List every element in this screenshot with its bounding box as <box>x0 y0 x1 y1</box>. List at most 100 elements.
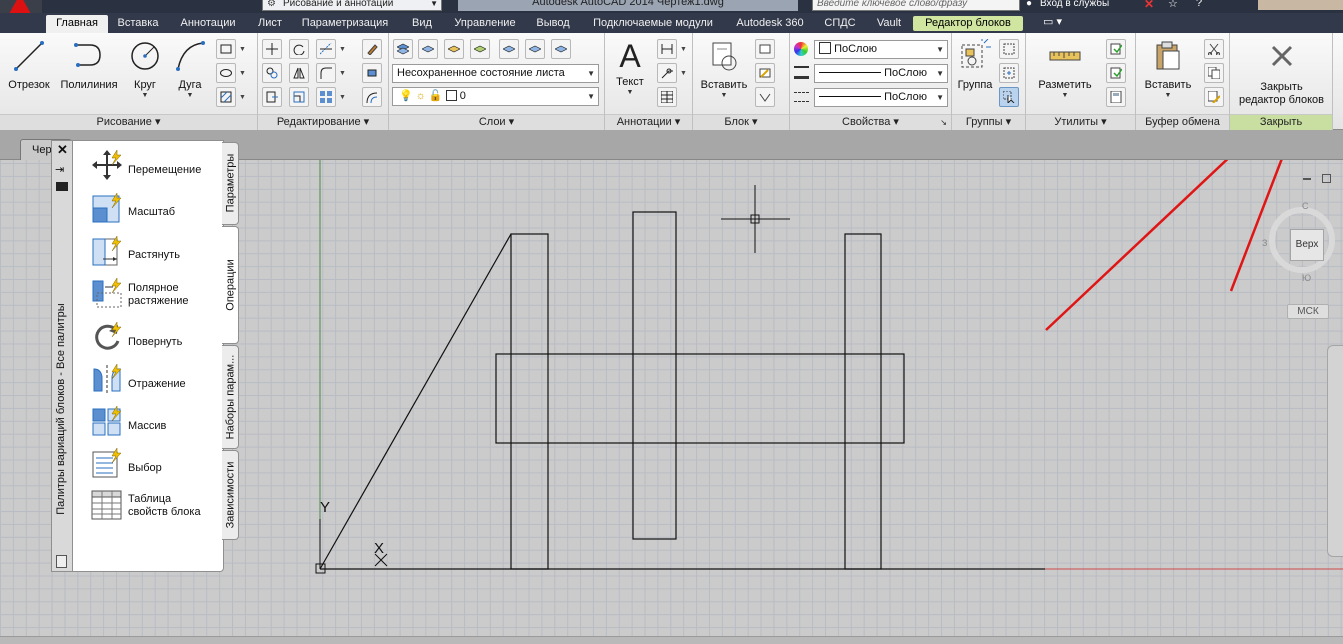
calculator-button[interactable] <box>1106 87 1126 107</box>
cut-button[interactable] <box>1204 39 1224 59</box>
tab-constraints[interactable]: Зависимости <box>222 450 239 540</box>
tab-home[interactable]: Главная <box>46 15 108 33</box>
paste-button[interactable]: Вставить ▼ <box>1140 39 1196 100</box>
chevron-down-icon[interactable]: ▼ <box>339 94 346 101</box>
autohide-icon[interactable]: ⇥ <box>55 163 64 176</box>
layer-freeze-button[interactable] <box>525 39 545 59</box>
panel-modify-title[interactable]: Редактирование ▾ <box>258 114 388 130</box>
layer-state-button[interactable] <box>418 39 438 59</box>
erase-button[interactable] <box>362 39 382 59</box>
copy-clip-button[interactable] <box>1204 63 1224 83</box>
layer-properties-button[interactable] <box>393 39 413 59</box>
action-array[interactable]: Массив <box>91 405 221 439</box>
action-rotate[interactable]: Повернуть <box>91 321 221 355</box>
search-input[interactable]: Введите ключевое слово/фразу <box>812 0 1020 11</box>
layer-match-button[interactable] <box>470 39 490 59</box>
chevron-down-icon[interactable]: ▼ <box>609 89 651 97</box>
tab-vault[interactable]: Vault <box>869 15 909 33</box>
palette-title-bar[interactable]: ✕ ⇥ Палитры вариаций блоков - Все палитр… <box>51 140 73 572</box>
panel-block-title[interactable]: Блок ▾ <box>693 114 789 130</box>
tab-layout[interactable]: Лист <box>252 15 288 33</box>
panel-close-title[interactable]: Закрыть <box>1230 114 1332 130</box>
panel-clipboard-title[interactable]: Буфер обмена <box>1136 114 1229 130</box>
group-edit-button[interactable] <box>999 63 1019 83</box>
chevron-down-icon[interactable]: ▼ <box>124 92 166 100</box>
tab-plugins[interactable]: Подключаемые модули <box>583 15 723 33</box>
viewport-minimize-icon[interactable] <box>1303 178 1311 180</box>
tab-manage[interactable]: Управление <box>447 15 523 33</box>
properties-icon[interactable] <box>56 182 68 191</box>
linetype-dropdown[interactable]: ПоСлою ▼ <box>814 64 948 83</box>
tab-autodesk-360[interactable]: Autodesk 360 <box>729 15 811 33</box>
window-controls[interactable] <box>1258 0 1343 10</box>
mirror-button[interactable] <box>289 63 309 83</box>
tab-operations[interactable]: Операции <box>222 226 239 344</box>
select-all-button[interactable] <box>1106 63 1126 83</box>
circle-button[interactable]: Круг ▼ <box>124 39 166 100</box>
help-icon[interactable]: ? <box>1196 0 1202 9</box>
chevron-down-icon[interactable]: ▼ <box>170 92 210 100</box>
chevron-down-icon[interactable]: ▼ <box>680 70 687 77</box>
scale-button[interactable] <box>289 87 309 107</box>
action-lookup[interactable]: Выбор <box>91 447 221 481</box>
navigation-bar[interactable] <box>1327 345 1343 557</box>
tab-spds[interactable]: СПДС <box>816 15 864 33</box>
tab-output[interactable]: Вывод <box>529 15 577 33</box>
hatch-button[interactable] <box>216 87 236 107</box>
edit-block-button[interactable] <box>755 63 775 83</box>
line-button[interactable]: Отрезок <box>4 39 54 92</box>
close-icon[interactable]: ✕ <box>57 142 68 158</box>
close-block-editor-button[interactable]: Закрыть редактор блоков <box>1230 41 1333 107</box>
action-stretch[interactable]: Растянуть <box>91 235 221 269</box>
fillet-button[interactable] <box>316 63 336 83</box>
panel-layers-title[interactable]: Слои ▾ <box>389 114 604 130</box>
chevron-down-icon[interactable]: ▼ <box>1032 92 1098 100</box>
chevron-down-icon[interactable]: ▼ <box>239 94 246 101</box>
horizontal-scrollbar[interactable] <box>0 636 1343 644</box>
panel-groups-title[interactable]: Группы ▾ <box>952 114 1025 130</box>
tab-insert[interactable]: Вставка <box>112 15 164 33</box>
color-dropdown[interactable]: ПоСлою ▼ <box>814 40 948 59</box>
action-polar-stretch[interactable]: Полярное растяжение <box>91 277 221 311</box>
chevron-down-icon[interactable]: ▼ <box>339 46 346 53</box>
tab-annotate[interactable]: Аннотации <box>170 15 246 33</box>
rotate-button[interactable] <box>289 39 309 59</box>
tab-block-editor[interactable]: Редактор блоков <box>913 16 1023 31</box>
group-button[interactable]: Группа <box>954 38 996 92</box>
offset-button[interactable] <box>362 87 382 107</box>
polyline-button[interactable]: Полилиния <box>56 39 122 92</box>
application-menu-button[interactable] <box>0 0 42 13</box>
wcs-menu[interactable]: МСК <box>1287 304 1329 319</box>
panel-properties-title[interactable]: Свойства ▾ ↘ <box>790 114 951 130</box>
explode-button[interactable] <box>362 63 382 83</box>
chevron-down-icon[interactable]: ▼ <box>1140 92 1196 100</box>
viewcube-top-face[interactable]: Верх <box>1290 229 1324 261</box>
viewport-maximize-icon[interactable] <box>1322 174 1331 183</box>
tab-parametric[interactable]: Параметризация <box>294 15 396 33</box>
layer-lock-button[interactable] <box>551 39 571 59</box>
arc-button[interactable]: Дуга ▼ <box>170 39 210 100</box>
trim-button[interactable] <box>316 39 336 59</box>
palette-menu-icon[interactable] <box>56 555 67 568</box>
table-button[interactable] <box>657 87 677 107</box>
workspace-selector[interactable]: ⚙ Рисование и аннотации ▼ <box>262 0 442 11</box>
ellipse-button[interactable] <box>216 63 236 83</box>
tab-view[interactable]: Вид <box>402 15 442 33</box>
quick-select-button[interactable] <box>1106 39 1126 59</box>
viewcube-south[interactable]: Ю <box>1302 273 1311 283</box>
color-wheel-icon[interactable] <box>794 42 808 56</box>
chevron-down-icon[interactable]: ▼ <box>697 92 751 100</box>
layer-isolate-button[interactable] <box>444 39 464 59</box>
viewcube-north[interactable]: С <box>1302 201 1309 211</box>
edit-attributes-button[interactable] <box>755 87 775 107</box>
lineweight-dropdown[interactable]: ПоСлою ▼ <box>814 88 948 107</box>
sign-in-button[interactable]: ● Вход в службы <box>1026 0 1109 10</box>
viewcube-west[interactable]: З <box>1262 238 1267 248</box>
dimension-button[interactable] <box>657 39 677 59</box>
measure-button[interactable]: Разметить ▼ <box>1032 39 1098 100</box>
ungroup-button[interactable] <box>999 39 1019 59</box>
panel-utilities-title[interactable]: Утилиты ▾ <box>1026 114 1135 130</box>
block-table[interactable]: Таблица свойств блока <box>91 489 221 523</box>
layer-dropdown[interactable]: 💡 ☼ 🔓 0 ▼ <box>392 87 599 106</box>
chevron-down-icon[interactable]: ▼ <box>239 46 246 53</box>
